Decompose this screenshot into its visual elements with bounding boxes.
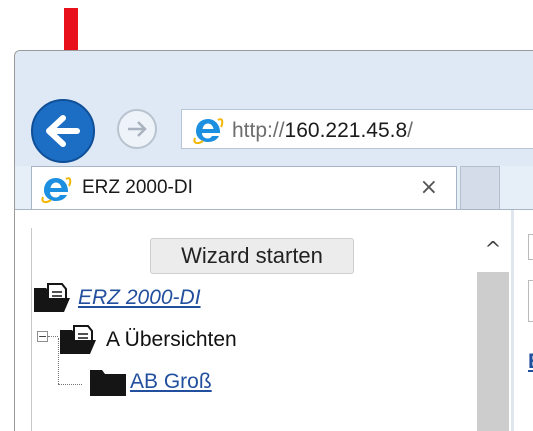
- address-url: http://160.221.45.8/: [232, 119, 413, 142]
- tree-link-erz2000di[interactable]: ERZ 2000-DI: [78, 286, 201, 310]
- main-frame-link[interactable]: E: [528, 350, 533, 374]
- browser-toolbar: http://160.221.45.8/: [15, 51, 533, 166]
- back-button[interactable]: [31, 99, 95, 163]
- forward-arrow-icon: [128, 121, 147, 137]
- tree-connector: [48, 336, 58, 337]
- tree-label-uebersichten: A Übersichten: [106, 328, 237, 351]
- folder-icon: [90, 370, 126, 396]
- main-frame-control[interactable]: [528, 280, 533, 322]
- main-frame: E: [514, 210, 533, 431]
- ie-logo-icon: [41, 177, 72, 204]
- tab-title: ERZ 2000-DI: [82, 177, 193, 198]
- tree-link-ab-gross[interactable]: AB Groß: [130, 370, 212, 394]
- tree-expander[interactable]: −: [37, 331, 48, 342]
- back-arrow-icon: [46, 115, 80, 147]
- main-frame-control[interactable]: [528, 234, 533, 260]
- folder-open-icon: [60, 325, 96, 354]
- navigation-scrollbar[interactable]: ^: [475, 228, 511, 431]
- folder-open-icon: [34, 283, 70, 312]
- scroll-thumb[interactable]: [477, 272, 509, 431]
- ie-logo-icon: [193, 118, 224, 145]
- address-bar[interactable]: http://160.221.45.8/: [181, 109, 533, 149]
- tab-close-button[interactable]: ×: [420, 175, 438, 200]
- scroll-up-button[interactable]: ^: [475, 228, 511, 268]
- browser-tab[interactable]: ERZ 2000-DI ×: [31, 166, 457, 210]
- navigation-frame: Wizard starten ERZ 2000-DI − A Übersicht…: [31, 228, 476, 431]
- tree-connector: [58, 384, 82, 385]
- browser-window: http://160.221.45.8/ ERZ 2000-DI × Wizar…: [14, 50, 533, 431]
- new-tab-button[interactable]: [460, 166, 500, 210]
- page-content: Wizard starten ERZ 2000-DI − A Übersicht…: [15, 209, 533, 431]
- forward-button[interactable]: [117, 109, 157, 149]
- wizard-start-button[interactable]: Wizard starten: [150, 238, 354, 274]
